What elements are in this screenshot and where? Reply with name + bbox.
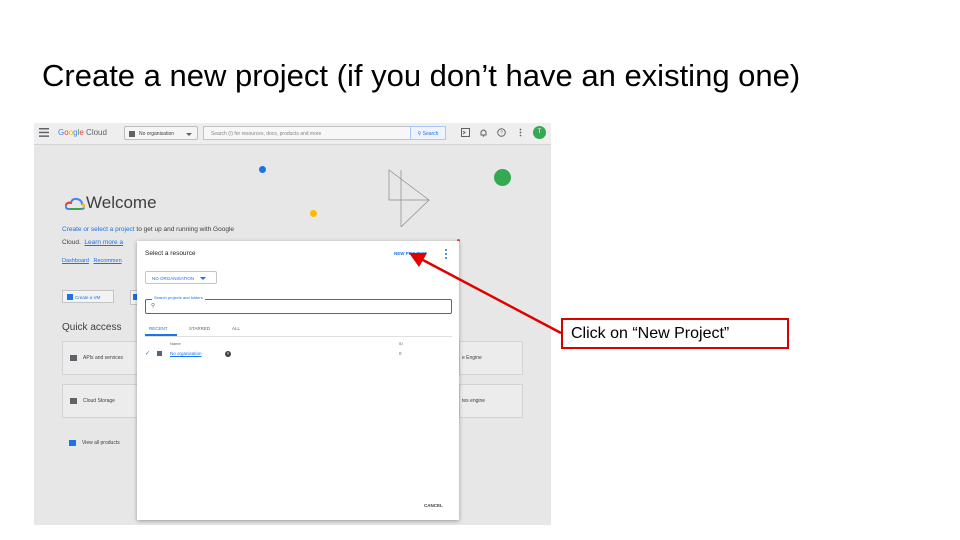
resource-tabs: RECENT STARRED ALL — [145, 324, 452, 337]
callout-box: Click on “New Project” — [561, 318, 789, 349]
building-icon — [129, 131, 135, 137]
tab-recent[interactable]: RECENT — [149, 326, 168, 331]
new-project-button[interactable]: NEW PROJECT — [394, 251, 427, 256]
terminal-icon[interactable] — [461, 128, 470, 137]
decorative-dot-blue — [259, 166, 266, 173]
search-field-label: Search projects and folders — [152, 295, 205, 300]
storage-icon — [70, 398, 77, 404]
welcome-tabs: Dashboard Recommen — [62, 258, 122, 264]
dialog-title: Select a resource — [145, 250, 196, 257]
column-header-id: ID — [399, 341, 403, 346]
organisation-dropdown[interactable]: NO ORGANISATION — [145, 271, 217, 284]
org-selector-button[interactable]: No organisation — [124, 126, 198, 140]
google-cloud-icon — [65, 197, 85, 210]
welcome-heading: Welcome — [86, 193, 157, 212]
learn-more-link[interactable]: Learn more a — [84, 239, 123, 246]
quick-access-title: Quick access — [62, 322, 122, 333]
google-cloud-logo[interactable]: Google Cloud — [58, 128, 107, 137]
more-vertical-icon[interactable] — [516, 128, 525, 137]
tab-starred[interactable]: STARRED — [189, 326, 210, 331]
search-button[interactable]: ⚲ Search — [410, 126, 446, 140]
card-kubernetes-engine[interactable]: tes engine — [459, 384, 523, 418]
slide-title: Create a new project (if you don’t have … — [42, 58, 801, 93]
bell-icon[interactable] — [479, 128, 488, 137]
cancel-button[interactable]: CANCEL — [424, 503, 443, 508]
tab-all[interactable]: ALL — [232, 326, 240, 331]
help-icon[interactable]: ? — [225, 351, 231, 357]
console-screenshot: Google Cloud No organisation Search (/) … — [34, 123, 551, 525]
building-icon — [157, 351, 162, 356]
column-header-name: Name — [170, 341, 181, 346]
grid-icon — [69, 440, 76, 446]
active-tab-indicator — [145, 334, 177, 336]
row-id: 0 — [399, 351, 402, 356]
check-icon: ✓ — [145, 351, 151, 357]
more-vertical-icon[interactable] — [445, 249, 448, 260]
plus-icon — [67, 294, 73, 300]
table-row[interactable]: ✓ No organisation ? 0 — [145, 349, 452, 360]
svg-text:?: ? — [500, 130, 503, 136]
welcome-intro: Create or select a project to get up and… — [62, 226, 235, 233]
hamburger-menu-icon[interactable] — [39, 128, 49, 137]
select-resource-dialog: Select a resource NEW PROJECT NO ORGANIS… — [137, 241, 459, 520]
caret-down-icon — [186, 133, 192, 136]
organisation-link[interactable]: No organisation — [170, 351, 202, 356]
tab-recommendations[interactable]: Recommen — [94, 258, 122, 264]
search-icon: ⚲ — [151, 303, 156, 309]
tab-dashboard[interactable]: Dashboard — [62, 258, 89, 264]
decorative-dot-green — [494, 169, 511, 186]
top-bar: Google Cloud No organisation Search (/) … — [34, 123, 551, 145]
caret-down-icon — [200, 277, 206, 280]
callout-text: Click on “New Project” — [571, 325, 730, 342]
decorative-triangle-illustration — [388, 169, 431, 228]
avatar[interactable]: T — [533, 126, 546, 139]
help-icon[interactable]: ? — [497, 128, 506, 137]
create-vm-button[interactable]: Create a VM — [62, 290, 114, 303]
create-select-project-link[interactable]: Create or select a project — [62, 226, 135, 233]
card-compute-engine[interactable]: e Engine — [459, 341, 523, 375]
welcome-intro-line2: Cloud. Learn more a — [62, 239, 124, 246]
decorative-dot-yellow — [310, 210, 317, 217]
api-icon — [70, 355, 77, 361]
search-projects-input[interactable]: Search projects and folders ⚲ — [145, 295, 452, 314]
